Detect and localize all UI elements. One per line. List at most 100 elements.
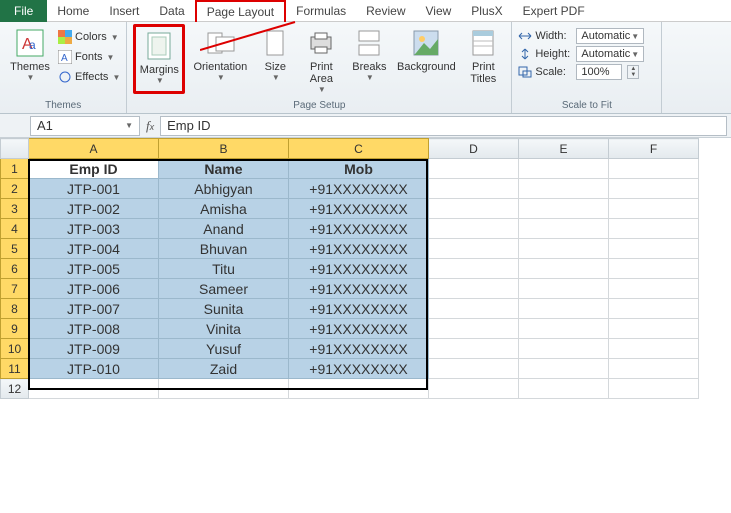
width-dropdown[interactable]: Automatic▼ [576,28,644,44]
col-header-B[interactable]: B [159,139,289,159]
row-header-5[interactable]: 5 [1,239,29,259]
background-button[interactable]: Background [395,24,457,94]
row-header-2[interactable]: 2 [1,179,29,199]
cell-A4[interactable]: JTP-003 [29,219,159,239]
row-header-3[interactable]: 3 [1,199,29,219]
cell-D6[interactable] [429,259,519,279]
cell-C7[interactable]: +91XXXXXXXX [289,279,429,299]
height-dropdown[interactable]: Automatic▼ [576,46,644,62]
row-header-8[interactable]: 8 [1,299,29,319]
row-header-4[interactable]: 4 [1,219,29,239]
cell-E11[interactable] [519,359,609,379]
print-area-button[interactable]: Print Area▼ [299,24,343,94]
name-box[interactable]: A1 ▼ [30,116,140,136]
cell-A7[interactable]: JTP-006 [29,279,159,299]
cell-B12[interactable] [159,379,289,399]
row-header-7[interactable]: 7 [1,279,29,299]
cell-B4[interactable]: Anand [159,219,289,239]
cell-D1[interactable] [429,159,519,179]
formula-input[interactable]: Emp ID [160,116,727,136]
cell-A5[interactable]: JTP-004 [29,239,159,259]
cell-F3[interactable] [609,199,699,219]
cell-E3[interactable] [519,199,609,219]
cell-B1[interactable]: Name [159,159,289,179]
tab-page-layout[interactable]: Page Layout [195,0,286,22]
cell-F2[interactable] [609,179,699,199]
cell-F8[interactable] [609,299,699,319]
cell-C2[interactable]: +91XXXXXXXX [289,179,429,199]
effects-button[interactable]: Effects▼ [58,68,120,86]
cell-E4[interactable] [519,219,609,239]
print-titles-button[interactable]: Print Titles [461,24,505,94]
cell-A8[interactable]: JTP-007 [29,299,159,319]
cell-D3[interactable] [429,199,519,219]
cell-D9[interactable] [429,319,519,339]
tab-review[interactable]: Review [356,0,415,22]
cell-E8[interactable] [519,299,609,319]
cell-A11[interactable]: JTP-010 [29,359,159,379]
cell-E10[interactable] [519,339,609,359]
cell-F12[interactable] [609,379,699,399]
cell-E5[interactable] [519,239,609,259]
cell-B11[interactable]: Zaid [159,359,289,379]
tab-insert[interactable]: Insert [99,0,149,22]
cell-E6[interactable] [519,259,609,279]
cell-C9[interactable]: +91XXXXXXXX [289,319,429,339]
cell-D12[interactable] [429,379,519,399]
cell-C5[interactable]: +91XXXXXXXX [289,239,429,259]
cell-A2[interactable]: JTP-001 [29,179,159,199]
cell-C4[interactable]: +91XXXXXXXX [289,219,429,239]
cell-F7[interactable] [609,279,699,299]
cell-D5[interactable] [429,239,519,259]
cell-F9[interactable] [609,319,699,339]
cell-B3[interactable]: Amisha [159,199,289,219]
fx-icon[interactable]: fx [140,118,160,134]
cell-E7[interactable] [519,279,609,299]
orientation-button[interactable]: Orientation▼ [189,24,251,94]
cell-C12[interactable] [289,379,429,399]
cell-D4[interactable] [429,219,519,239]
tab-home[interactable]: Home [47,0,99,22]
cell-D8[interactable] [429,299,519,319]
col-header-F[interactable]: F [609,139,699,159]
cell-C11[interactable]: +91XXXXXXXX [289,359,429,379]
cell-B10[interactable]: Yusuf [159,339,289,359]
cell-C6[interactable]: +91XXXXXXXX [289,259,429,279]
cell-C1[interactable]: Mob [289,159,429,179]
tab-formulas[interactable]: Formulas [286,0,356,22]
cell-E1[interactable] [519,159,609,179]
row-header-9[interactable]: 9 [1,319,29,339]
fonts-button[interactable]: A Fonts▼ [58,48,120,66]
cell-A6[interactable]: JTP-005 [29,259,159,279]
tab-expert-pdf[interactable]: Expert PDF [513,0,595,22]
row-header-1[interactable]: 1 [1,159,29,179]
cell-F10[interactable] [609,339,699,359]
cell-E2[interactable] [519,179,609,199]
cell-F5[interactable] [609,239,699,259]
cell-A9[interactable]: JTP-008 [29,319,159,339]
cell-A1[interactable]: Emp ID [29,159,159,179]
cell-D10[interactable] [429,339,519,359]
cell-F11[interactable] [609,359,699,379]
breaks-button[interactable]: Breaks▼ [347,24,391,94]
cell-C8[interactable]: +91XXXXXXXX [289,299,429,319]
cell-B5[interactable]: Bhuvan [159,239,289,259]
col-header-C[interactable]: C [289,139,429,159]
cell-B2[interactable]: Abhigyan [159,179,289,199]
themes-button[interactable]: Aa Themes▼ [6,24,54,94]
tab-data[interactable]: Data [149,0,194,22]
cell-A3[interactable]: JTP-002 [29,199,159,219]
colors-button[interactable]: Colors▼ [58,28,120,46]
scale-spinner[interactable]: 100% [576,64,622,80]
select-all-corner[interactable] [1,139,29,159]
size-button[interactable]: Size▼ [255,24,295,94]
row-header-6[interactable]: 6 [1,259,29,279]
tab-view[interactable]: View [416,0,462,22]
cell-A12[interactable] [29,379,159,399]
cell-F1[interactable] [609,159,699,179]
cell-E12[interactable] [519,379,609,399]
row-header-11[interactable]: 11 [1,359,29,379]
margins-button[interactable]: Margins▼ [133,24,185,94]
tab-plusx[interactable]: PlusX [461,0,512,22]
cell-F4[interactable] [609,219,699,239]
